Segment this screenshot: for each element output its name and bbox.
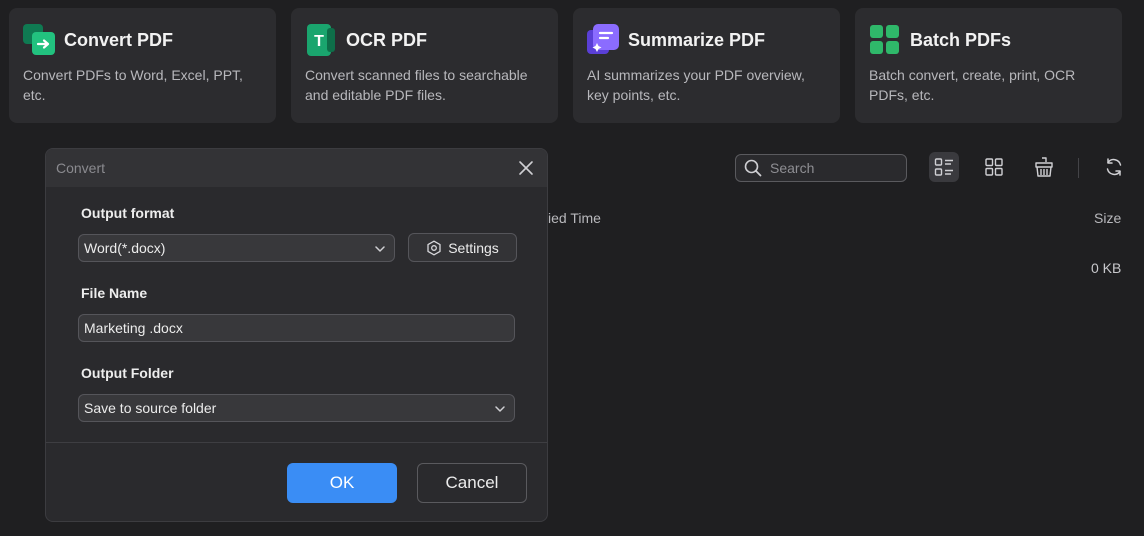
grid-view-icon (985, 158, 1003, 176)
list-view-button[interactable] (929, 152, 959, 182)
output-folder-value: Save to source folder (84, 400, 217, 416)
search-input[interactable]: Search (735, 154, 907, 182)
card-title: Batch PDFs (910, 29, 1012, 50)
clean-icon (1035, 157, 1053, 177)
card-batch-pdfs[interactable]: Batch PDFs Batch convert, create, print,… (855, 8, 1122, 123)
convert-dialog: Convert Output format Word(*.docx) Setti… (45, 148, 548, 522)
chevron-down-icon (375, 246, 385, 252)
refresh-icon (1106, 158, 1122, 176)
batch-pdfs-icon (869, 24, 901, 56)
output-format-label: Output format (81, 205, 175, 221)
file-name-label: File Name (81, 285, 148, 301)
output-folder-label: Output Folder (81, 365, 174, 381)
svg-text:T: T (314, 33, 324, 50)
clean-button[interactable] (1029, 152, 1059, 182)
card-description: Batch convert, create, print, OCR PDFs, … (869, 67, 1076, 103)
dialog-divider (46, 442, 547, 443)
feature-cards: Convert PDF Convert PDFs to Word, Excel,… (9, 8, 1123, 123)
convert-pdf-icon (23, 24, 55, 56)
card-description: Convert PDFs to Word, Excel, PPT, etc. (23, 67, 243, 103)
ok-label: OK (329, 473, 355, 492)
file-name-value: Marketing .docx (84, 320, 183, 336)
cancel-label: Cancel (445, 473, 499, 492)
search-placeholder: Search (770, 160, 815, 176)
cancel-button[interactable]: Cancel (417, 463, 527, 503)
search-icon (744, 159, 762, 177)
ok-button[interactable]: OK (287, 463, 397, 503)
list-view-icon (934, 158, 953, 176)
summarize-pdf-icon (587, 24, 619, 56)
card-summarize-pdf[interactable]: Summarize PDF AI summarizes your PDF ove… (573, 8, 840, 123)
output-folder-select[interactable]: Save to source folder (78, 394, 515, 422)
card-description: Convert scanned files to searchable and … (305, 67, 528, 103)
chevron-down-icon (495, 406, 505, 412)
close-icon (519, 161, 533, 175)
dialog-title-bar[interactable]: Convert (46, 149, 547, 187)
settings-button[interactable]: Settings (408, 233, 517, 262)
column-header-size[interactable]: Size (1094, 210, 1121, 226)
card-title: OCR PDF (346, 29, 427, 50)
settings-label: Settings (448, 239, 499, 256)
column-header-modified-time[interactable]: ied Time (548, 210, 601, 226)
ocr-pdf-icon: T (305, 24, 337, 56)
card-convert-pdf[interactable]: Convert PDF Convert PDFs to Word, Excel,… (9, 8, 276, 123)
output-format-value: Word(*.docx) (84, 240, 166, 256)
close-button[interactable] (517, 159, 535, 177)
file-name-field[interactable]: Marketing .docx (78, 314, 515, 342)
card-description: AI summarizes your PDF overview, key poi… (587, 67, 805, 103)
settings-icon (427, 240, 441, 255)
grid-view-button[interactable] (979, 152, 1009, 182)
dialog-title: Convert (56, 160, 106, 176)
toolbar-divider (1078, 158, 1079, 178)
output-format-select[interactable]: Word(*.docx) (78, 234, 395, 262)
file-size-cell: 0 KB (1091, 260, 1122, 276)
refresh-button[interactable] (1099, 152, 1129, 182)
card-title: Summarize PDF (628, 29, 766, 50)
card-title: Convert PDF (64, 29, 174, 50)
card-ocr-pdf[interactable]: T OCR PDF Convert scanned files to searc… (291, 8, 558, 123)
